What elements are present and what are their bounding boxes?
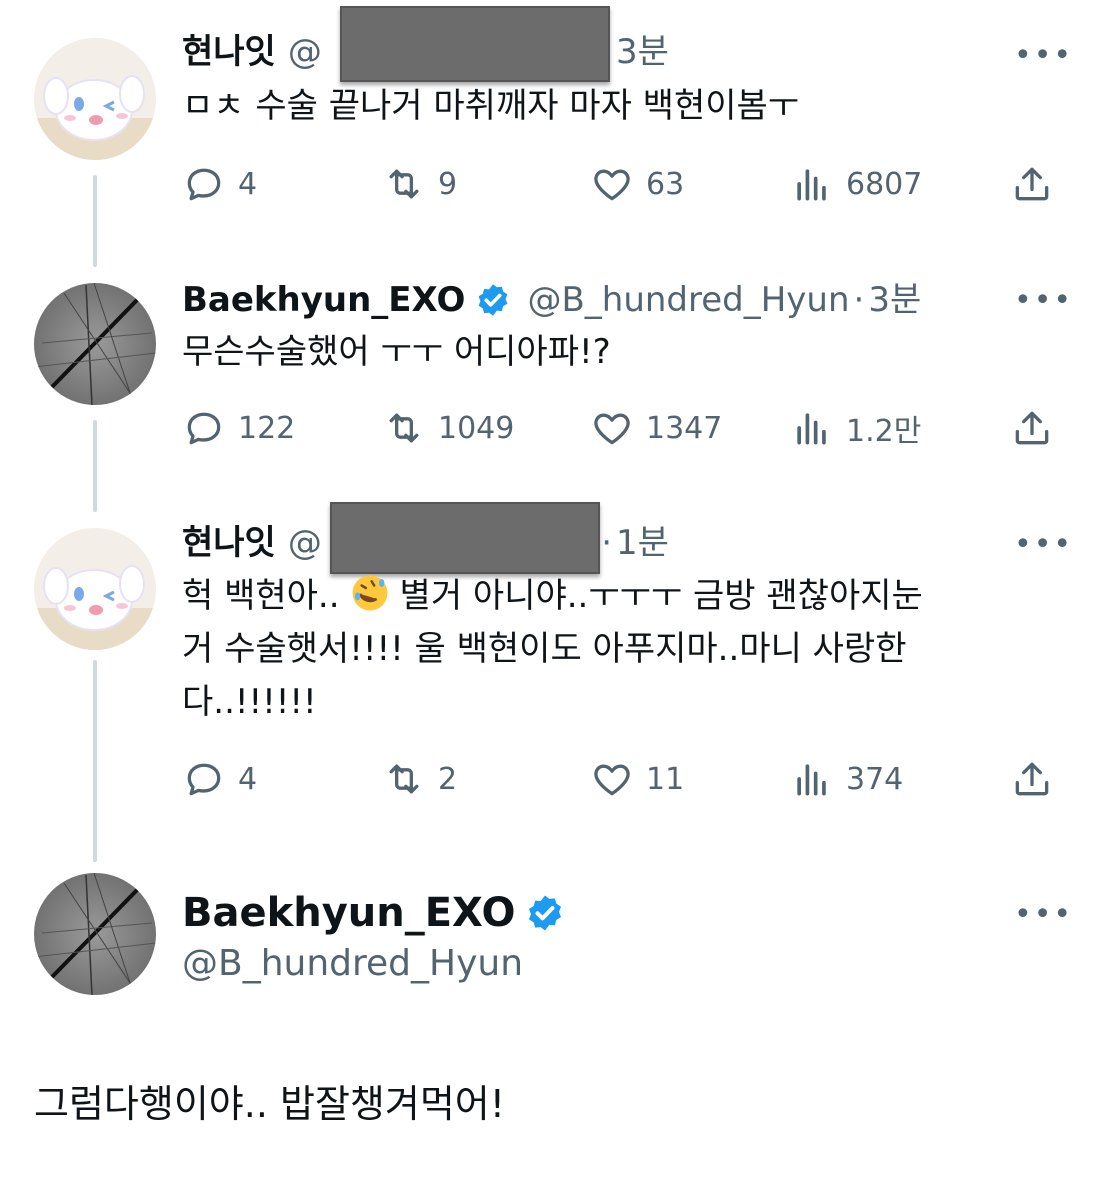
reply-button[interactable]: 4 [182,162,257,206]
rofl-emoji-icon [352,575,388,611]
retweet-button[interactable]: 2 [382,757,457,801]
main-tweet-text: 그럼다행이야.. 밥잘챙겨먹어! [34,1082,505,1126]
tweet-text: 무슨수술했어 ㅜㅜ 어디아파!? [182,332,611,372]
share-icon [1015,411,1049,445]
avatar[interactable] [34,873,156,995]
heart-icon [594,169,630,201]
views-icon [797,169,826,201]
main-tweet-header: Baekhyun_EXO [182,889,569,937]
cinnamoroll-avatar-image [34,528,156,650]
retweet-button[interactable]: 1049 [382,406,514,450]
author-handle[interactable]: @B_hundred_Hyun [527,280,849,320]
thread-line [93,420,97,512]
tweet-time[interactable]: 3분 [616,32,669,72]
tweet-text: ㅁㅊ 수술 끝나거 마취깨자 마자 백현이봄ㅜ [182,86,800,126]
more-options-button[interactable]: ••• [1014,900,1073,930]
retweet-icon [389,764,419,794]
views-count: 6807 [846,166,923,202]
retweet-count: 1049 [438,410,515,446]
more-options-button[interactable]: ••• [1014,530,1073,560]
tweet-text-line: 헉 백현아.. [182,576,340,616]
time-separator: · [853,280,865,320]
views-count: 1.2만 [846,414,922,449]
views-button[interactable]: 1.2만 [790,406,921,450]
thread-line [93,660,97,862]
tweet-header: Baekhyun_EXO @B_hundred_Hyun · 3분 [182,280,921,320]
retweet-button[interactable]: 9 [382,162,457,206]
avatar[interactable] [34,283,156,405]
share-button[interactable] [1010,162,1066,206]
retweet-count: 9 [438,166,458,202]
reply-count: 4 [238,761,258,797]
views-button[interactable]: 6807 [790,162,922,206]
retweet-count: 2 [438,761,458,797]
share-button[interactable] [1010,406,1066,450]
views-button[interactable]: 374 [790,757,903,801]
author-name[interactable]: 현나잇 [182,32,276,72]
thread-line [93,175,97,267]
verified-badge-icon [479,284,508,316]
views-icon [797,764,826,796]
share-icon [1015,762,1049,796]
reply-button[interactable]: 4 [182,757,257,801]
views-icon [797,413,826,445]
avatar[interactable] [34,38,156,160]
tweet-actions: 4 2 11 374 [182,757,1062,805]
baekhyun-avatar-image [34,283,156,405]
time-separator: · [601,523,612,563]
like-button[interactable]: 1347 [590,406,722,450]
like-button[interactable]: 11 [590,757,684,801]
share-icon [1015,167,1049,201]
like-count: 1347 [646,410,723,446]
heart-icon [594,413,630,445]
baekhyun-avatar-image [34,873,156,995]
verified-badge-icon [529,895,562,931]
reply-count: 122 [238,410,296,446]
tweet-text: 헉 백현아.. 별거 아니야..ㅜㅜㅜ 금방 괜찮아지눈 거 수술햇서!!!! 울… [182,570,1042,729]
tweet-time[interactable]: 1분 [616,523,669,563]
reply-button[interactable]: 122 [182,406,295,450]
tweet-actions: 122 1049 1347 1.2만 [182,406,1062,454]
views-count: 374 [846,761,904,797]
more-options-button[interactable]: ••• [1014,286,1073,316]
author-name[interactable]: Baekhyun_EXO [182,889,515,937]
reply-icon [187,168,221,201]
author-name[interactable]: Baekhyun_EXO [182,280,465,320]
share-button[interactable] [1010,757,1066,801]
reply-count: 4 [238,166,258,202]
author-name[interactable]: 현나잇 [182,523,276,563]
tweet-text-line: 별거 아니야..ㅜㅜㅜ 금방 괜찮아지눈 [399,576,923,616]
cinnamoroll-avatar-image [34,38,156,160]
author-handle[interactable]: @B_hundred_Hyun [182,942,523,986]
tweet-text-line: 거 수술햇서!!!! 울 백현이도 아푸지마..마니 사랑한 [182,629,907,669]
more-options-button[interactable]: ••• [1014,41,1073,71]
redaction-box [330,502,600,574]
like-button[interactable]: 63 [590,162,684,206]
retweet-icon [389,413,419,443]
retweet-icon [389,169,419,199]
reply-icon [187,763,221,796]
redaction-box [340,6,610,82]
avatar[interactable] [34,528,156,650]
tweet-actions: 4 9 63 6807 [182,162,1062,210]
heart-icon [594,764,630,796]
like-count: 11 [646,761,685,797]
reply-icon [187,412,221,445]
tweet-time[interactable]: 3분 [868,280,921,320]
like-count: 63 [646,166,685,202]
tweet-text-line: 다..!!!!!! [182,682,317,722]
